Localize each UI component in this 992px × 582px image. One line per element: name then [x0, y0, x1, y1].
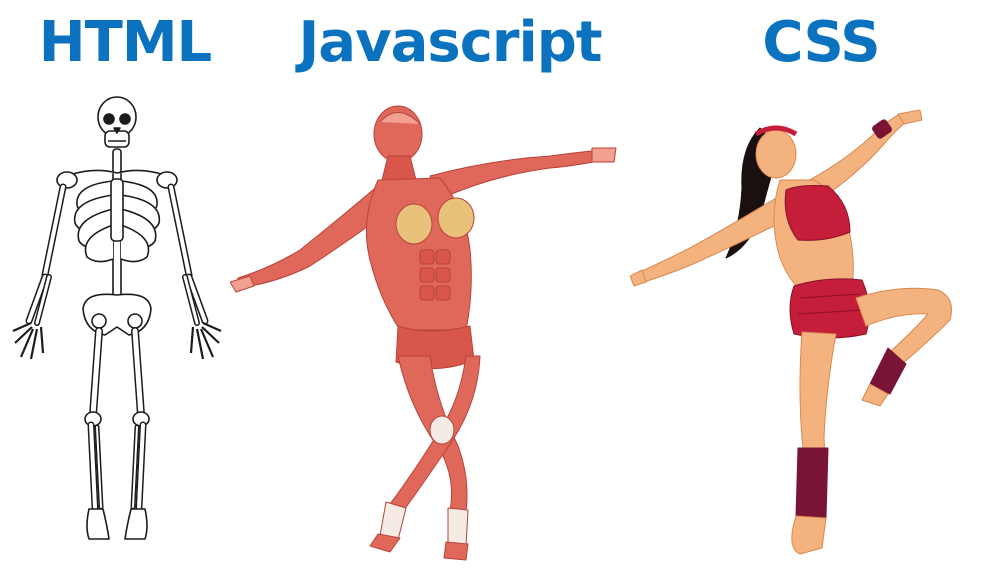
panel-title-html: HTML	[38, 10, 212, 75]
muscle-illustration	[230, 105, 617, 561]
panel-title-javascript: Javascript	[298, 10, 602, 75]
panel-html: HTML	[0, 0, 250, 582]
panel-javascript: Javascript	[230, 0, 650, 582]
panel-title-css: CSS	[762, 10, 880, 75]
panel-css: CSS	[630, 0, 992, 582]
dancer-illustration	[630, 109, 952, 555]
dancer-figure	[630, 108, 980, 563]
skeleton-illustration	[12, 96, 222, 540]
muscle-figure	[230, 100, 630, 562]
skeleton-figure	[5, 95, 230, 545]
